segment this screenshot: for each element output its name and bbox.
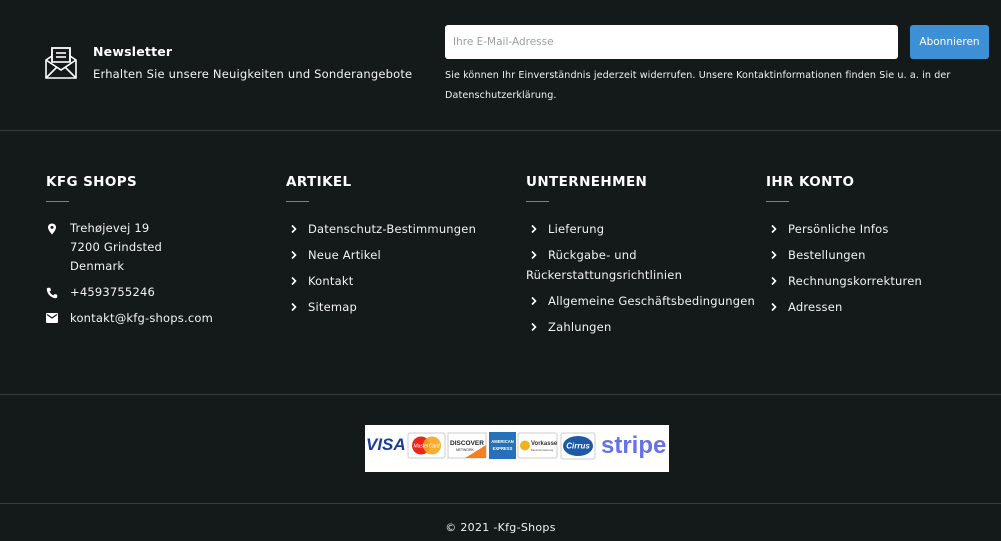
chevron-right-icon xyxy=(771,302,777,312)
divider-bottom xyxy=(0,503,1001,504)
chevron-right-icon xyxy=(531,322,537,332)
konto-column-title: IHR KONTO xyxy=(766,174,855,190)
konto-title-underline xyxy=(766,201,789,202)
link-sitemap[interactable]: Sitemap xyxy=(308,300,357,314)
stripe-logo: stripe xyxy=(601,432,666,459)
discover-logo: DISCOVER NETWORK xyxy=(447,432,487,459)
unternehmen-title-underline xyxy=(526,201,549,202)
newsletter-envelope-icon xyxy=(45,47,77,79)
divider-top xyxy=(0,130,1001,131)
cirrus-text: Cirrus xyxy=(566,442,590,451)
link-kontakt[interactable]: Kontakt xyxy=(308,274,353,288)
address-line-country: Denmark xyxy=(70,259,125,273)
chevron-right-icon xyxy=(531,250,537,260)
shop-title-underline xyxy=(46,201,69,202)
subscribe-button[interactable]: Abonnieren xyxy=(910,25,989,59)
cirrus-logo: Cirrus xyxy=(560,432,596,460)
divider-middle xyxy=(0,394,1001,395)
unternehmen-column-title: UNTERNEHMEN xyxy=(526,174,648,190)
chevron-right-icon xyxy=(291,302,297,312)
unternehmen-item[interactable]: Lieferung xyxy=(526,219,756,239)
unternehmen-item[interactable]: Rückgabe- und Rückerstattungsrichtlinien xyxy=(526,245,756,285)
link-bestellungen[interactable]: Bestellungen xyxy=(788,248,866,262)
unternehmen-item[interactable]: Allgemeine Geschäftsbedingungen xyxy=(526,291,756,311)
konto-item[interactable]: Rechnungskorrekturen xyxy=(766,271,996,291)
link-neue-artikel[interactable]: Neue Artikel xyxy=(308,248,381,262)
chevron-right-icon xyxy=(291,224,297,234)
konto-link-list: Persönliche Infos Bestellungen Rechnungs… xyxy=(766,219,996,323)
mastercard-text: MasterCard xyxy=(413,444,439,450)
amex-line2: EXPRESS xyxy=(493,446,513,451)
amex-line1: AMERICAN xyxy=(491,439,514,444)
chevron-right-icon xyxy=(531,224,537,234)
payment-methods-logos: VISA MasterCard DISCOVER NETWORK AMERICA… xyxy=(365,425,669,472)
phone-icon xyxy=(46,287,58,299)
address-line-street: Trehøjevej 19 xyxy=(70,221,150,235)
link-agb[interactable]: Allgemeine Geschäftsbedingungen xyxy=(548,294,755,308)
konto-item[interactable]: Adressen xyxy=(766,297,996,317)
artikel-item[interactable]: Datenschutz-Bestimmungen xyxy=(286,219,516,239)
link-zahlungen[interactable]: Zahlungen xyxy=(548,320,611,334)
artikel-item[interactable]: Sitemap xyxy=(286,297,516,317)
phone-row: +4593755246 xyxy=(46,283,276,302)
chevron-right-icon xyxy=(771,276,777,286)
newsletter-subtitle: Erhalten Sie unsere Neuigkeiten und Sond… xyxy=(93,67,413,81)
address-row: Trehøjevej 19 7200 Grindsted Denmark xyxy=(46,219,276,276)
konto-item[interactable]: Bestellungen xyxy=(766,245,996,265)
unternehmen-link-list: Lieferung Rückgabe- und Rückerstattungsr… xyxy=(526,219,756,343)
artikel-column-title: ARTIKEL xyxy=(286,174,352,190)
chevron-right-icon xyxy=(771,224,777,234)
link-rechnungskorrekturen[interactable]: Rechnungskorrekturen xyxy=(788,274,922,288)
vorkasse-text: Vorkasse xyxy=(531,441,558,447)
link-rueckgabe[interactable]: Rückgabe- und Rückerstattungsrichtlinien xyxy=(526,248,682,282)
link-lieferung[interactable]: Lieferung xyxy=(548,222,604,236)
newsletter-consent-note: Sie können Ihr Einverständnis jederzeit … xyxy=(445,70,951,101)
mastercard-logo: MasterCard xyxy=(407,432,446,459)
vorkasse-sub-text: Bankuberweisung xyxy=(531,448,554,452)
artikel-item[interactable]: Kontakt xyxy=(286,271,516,291)
mail-icon xyxy=(46,313,58,323)
vorkasse-logo: Vorkasse Bankuberweisung xyxy=(517,432,558,459)
copyright-text: © 2021 -Kfg-Shops xyxy=(445,521,556,534)
amex-logo: AMERICAN EXPRESS xyxy=(489,432,516,459)
link-adressen[interactable]: Adressen xyxy=(788,300,842,314)
artikel-title-underline xyxy=(286,201,309,202)
chevron-right-icon xyxy=(291,276,297,286)
discover-text: DISCOVER xyxy=(450,440,484,447)
address-line-city: 7200 Grindsted xyxy=(70,240,163,254)
newsletter-email-input[interactable] xyxy=(445,25,898,59)
shop-contact-info: Trehøjevej 19 7200 Grindsted Denmark +45… xyxy=(46,219,276,335)
link-datenschutz-bestimmungen[interactable]: Datenschutz-Bestimmungen xyxy=(308,222,476,236)
email-row: kontakt@kfg-shops.com xyxy=(46,309,276,328)
location-pin-icon xyxy=(48,223,56,235)
email-address[interactable]: kontakt@kfg-shops.com xyxy=(70,311,213,325)
chevron-right-icon xyxy=(291,250,297,260)
chevron-right-icon xyxy=(531,296,537,306)
artikel-link-list: Datenschutz-Bestimmungen Neue Artikel Ko… xyxy=(286,219,516,323)
link-persoenliche-infos[interactable]: Persönliche Infos xyxy=(788,222,889,236)
phone-number[interactable]: +4593755246 xyxy=(70,285,155,299)
unternehmen-item[interactable]: Zahlungen xyxy=(526,317,756,337)
discover-network-text: NETWORK xyxy=(456,448,475,452)
artikel-item[interactable]: Neue Artikel xyxy=(286,245,516,265)
konto-item[interactable]: Persönliche Infos xyxy=(766,219,996,239)
shop-column-title: KFG SHOPS xyxy=(46,174,138,190)
chevron-right-icon xyxy=(771,250,777,260)
newsletter-title: Newsletter xyxy=(93,44,173,59)
visa-logo: VISA xyxy=(366,435,406,454)
